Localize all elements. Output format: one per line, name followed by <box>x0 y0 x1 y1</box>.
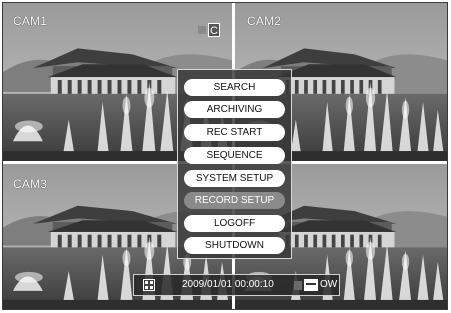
status-square-icon <box>294 281 302 290</box>
status-bar: 2009/01/01 00:00:10 OW <box>133 274 340 296</box>
status-letter: C <box>208 23 220 37</box>
record-setup-button[interactable]: RECORD SETUP <box>184 192 285 209</box>
camera-label: CAM3 <box>13 177 48 191</box>
archiving-button[interactable]: ARCHIVING <box>184 101 285 118</box>
status-square-icon <box>198 26 206 34</box>
camera-label: CAM2 <box>247 14 282 28</box>
camera-label: CAM1 <box>13 14 48 28</box>
search-button[interactable]: SEARCH <box>184 79 285 96</box>
quad-split-icon[interactable] <box>143 279 155 291</box>
datetime-display: 2009/01/01 00:00:10 <box>182 279 274 290</box>
sequence-button[interactable]: SEQUENCE <box>184 147 285 164</box>
system-setup-button[interactable]: SYSTEM SETUP <box>184 170 285 187</box>
dvr-screen: CAM1 C CAM2 CAM3 SEARCH ARCHIVING REC ST… <box>2 2 448 310</box>
overwrite-mode-text: OW <box>320 279 338 290</box>
logoff-button[interactable]: LOGOFF <box>184 215 285 232</box>
main-menu: SEARCH ARCHIVING REC START SEQUENCE SYST… <box>177 69 292 259</box>
rec-start-button[interactable]: REC START <box>184 124 285 141</box>
disk-icon <box>304 279 318 291</box>
shutdown-button[interactable]: SHUTDOWN <box>184 237 285 254</box>
record-status-indicator: C <box>198 23 224 37</box>
